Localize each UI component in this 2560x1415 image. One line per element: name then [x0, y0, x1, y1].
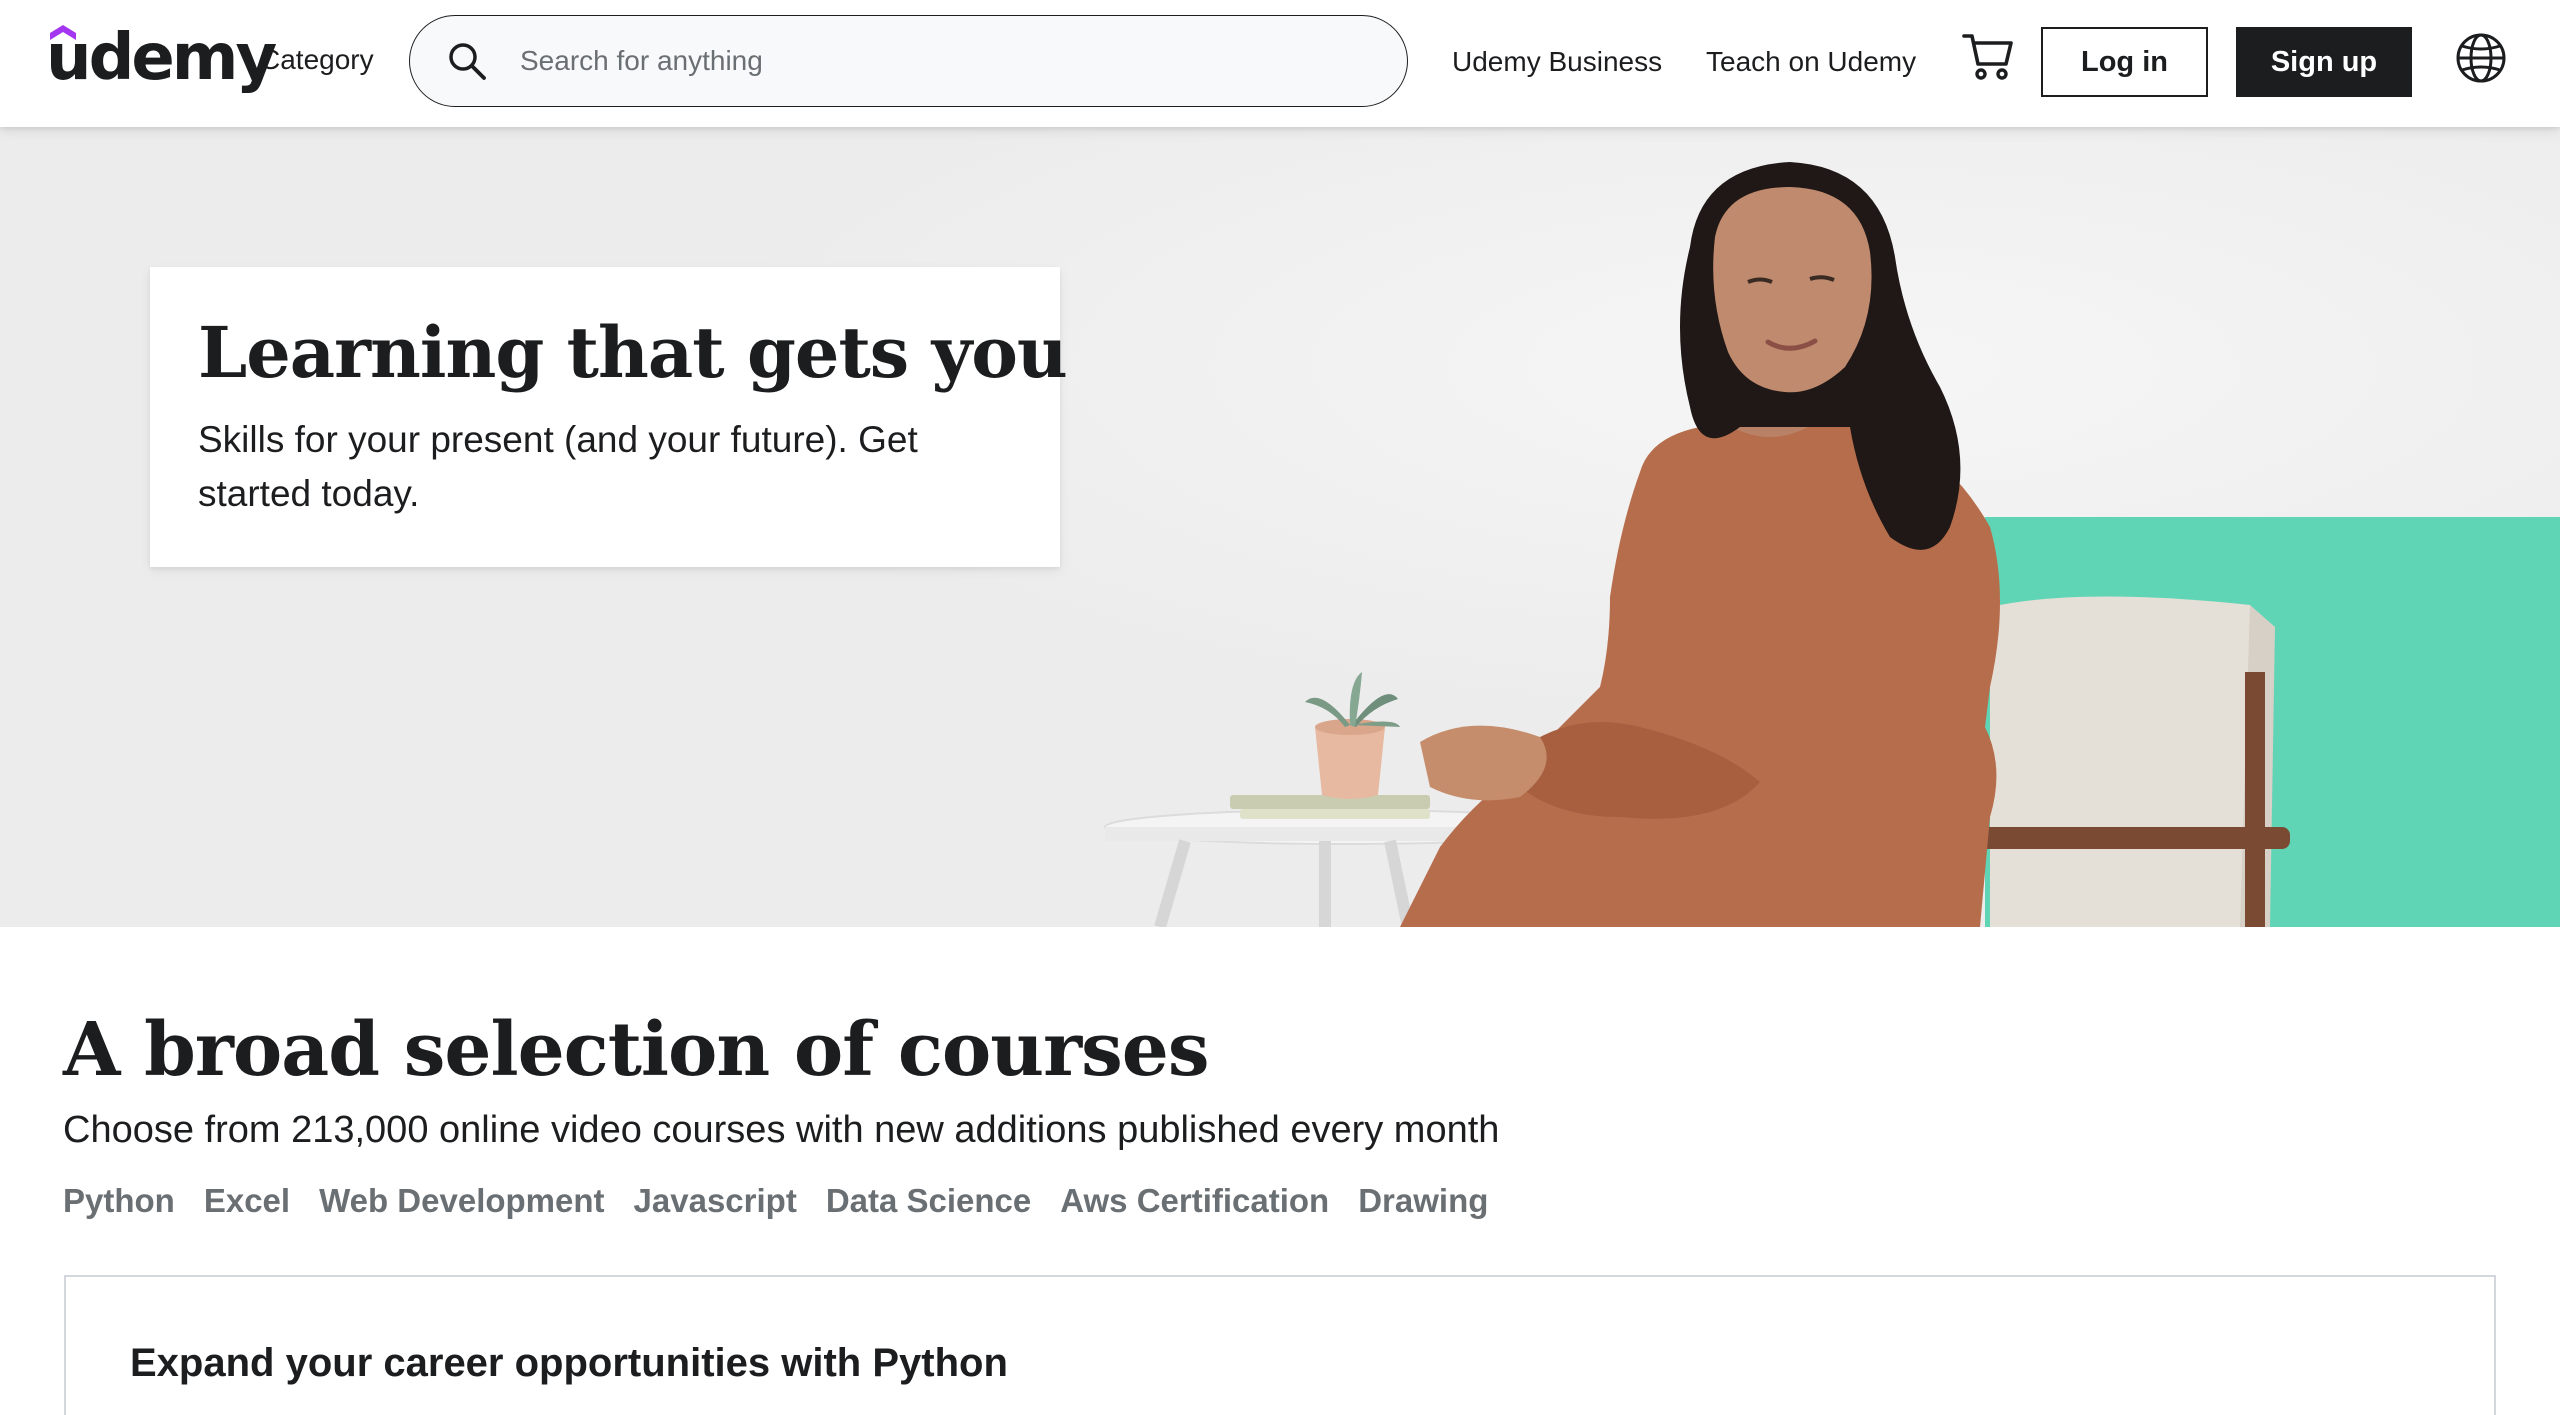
signup-button[interactable]: Sign up [2236, 27, 2412, 97]
section-title: A broad selection of courses [63, 1007, 1210, 1093]
tab-drawing[interactable]: Drawing [1358, 1178, 1488, 1224]
teach-on-udemy-link[interactable]: Teach on Udemy [1706, 46, 1916, 78]
udemy-business-link[interactable]: Udemy Business [1452, 46, 1662, 78]
top-navigation-bar: udemy Category Udemy Business Teach on U… [0, 0, 2560, 127]
udemy-logo[interactable]: udemy [46, 21, 277, 95]
category-menu[interactable]: Category [260, 44, 374, 76]
hero-title: Learning that gets you [198, 311, 1068, 394]
course-topic-tabs: Python Excel Web Development Javascript … [63, 1178, 2497, 1224]
course-panel: Expand your career opportunities with Py… [64, 1275, 2496, 1415]
course-panel-title: Expand your career opportunities with Py… [130, 1341, 1008, 1385]
tab-excel[interactable]: Excel [204, 1178, 290, 1224]
globe-icon[interactable] [2454, 31, 2508, 85]
tab-data-science[interactable]: Data Science [826, 1178, 1031, 1224]
tab-aws-certification[interactable]: Aws Certification [1060, 1178, 1329, 1224]
cart-icon[interactable] [1960, 28, 2016, 84]
section-subtitle: Choose from 213,000 online video courses… [63, 1109, 1500, 1151]
tab-python[interactable]: Python [63, 1178, 175, 1224]
search-input[interactable] [520, 36, 1380, 86]
hero-subtitle: Skills for your present (and your future… [198, 419, 918, 514]
tab-web-development[interactable]: Web Development [319, 1178, 604, 1224]
search-icon[interactable] [446, 40, 488, 82]
login-button[interactable]: Log in [2041, 27, 2208, 97]
courses-section: A broad selection of courses Choose from… [63, 1000, 2497, 1224]
hero-banner: Learning that gets you Skills for your p… [0, 127, 2560, 927]
search-bar[interactable] [409, 15, 1408, 107]
hero-text-card: Learning that gets you Skills for your p… [150, 267, 1068, 567]
tab-javascript[interactable]: Javascript [634, 1178, 797, 1224]
logo-wordmark: udemy [46, 21, 277, 95]
